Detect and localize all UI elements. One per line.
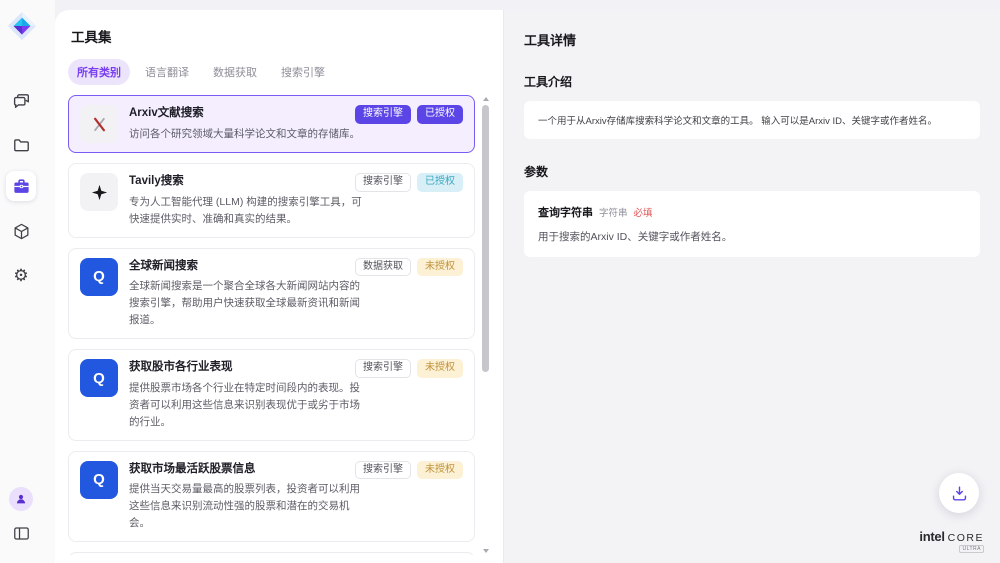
tool-description: 提供当天交易量最高的股票列表，投资者可以利用这些信息来识别流动性强的股票和潜在的…	[129, 481, 369, 532]
tab-category-0[interactable]: 所有类别	[68, 59, 130, 85]
ultra-badge: ULTRA	[959, 545, 984, 553]
folder-icon	[12, 136, 31, 155]
tool-list-item[interactable]: Tavily搜索 搜索引擎 已授权 专为人工智能代理 (LLM) 构建的搜索引擎…	[68, 163, 475, 238]
category-badge: 搜索引擎	[355, 359, 411, 378]
page-title: 工具集	[71, 26, 503, 46]
tool-list: Arxiv文献搜索 搜索引擎 已授权 访问各个研究领域大量科学论文和文章的存储库…	[68, 95, 503, 555]
param-desc: 用于搜索的Arxiv ID、关键字或作者姓名。	[538, 229, 966, 244]
param-required-badge: 必填	[634, 205, 653, 219]
auth-status-badge: 已授权	[417, 105, 463, 124]
tool-list-pane: 工具集 所有类别语言翻译数据获取搜索引擎 Arxiv文献搜索 搜索引擎 已授权 …	[55, 10, 503, 563]
params-heading: 参数	[524, 163, 980, 180]
category-badge: 搜索引擎	[355, 105, 411, 124]
tool-detail-pane: 工具详情 工具介绍 一个用于从Arxiv存储库搜索科学论文和文章的工具。 输入可…	[503, 10, 1000, 563]
tab-category-2[interactable]: 数据获取	[204, 59, 266, 85]
tab-category-1[interactable]: 语言翻译	[136, 59, 198, 85]
sidebar-item-models[interactable]	[6, 216, 36, 246]
tool-list-item[interactable]: Arxiv文献搜索 搜索引擎 已授权 访问各个研究领域大量科学论文和文章的存储库…	[68, 95, 475, 153]
tool-description: 访问各个研究领域大量科学论文和文章的存储库。	[129, 126, 369, 143]
collapse-sidebar-button[interactable]	[6, 518, 36, 548]
cube-icon	[12, 222, 31, 241]
user-avatar[interactable]	[9, 487, 33, 511]
param-name: 查询字符串	[538, 204, 593, 220]
tool-list-item[interactable]: Q 全球新闻搜索 数据获取 未授权 全球新闻搜索是一个聚合全球各大新闻网站内容的…	[68, 248, 475, 340]
param-type: 字符串	[599, 205, 628, 219]
sidebar-rail: ⚙	[0, 0, 55, 563]
gear-icon: ⚙	[13, 267, 28, 284]
user-icon	[14, 492, 28, 506]
scroll-down-icon[interactable]	[483, 549, 489, 553]
intro-card: 一个用于从Arxiv存储库搜索科学论文和文章的工具。 输入可以是Arxiv ID…	[524, 101, 980, 139]
tool-description: 专为人工智能代理 (LLM) 构建的搜索引擎工具，可快速提供实时、准确和真实的结…	[129, 194, 369, 228]
tool-list-item[interactable]: Q 获取市场最活跃股票信息 搜索引擎 未授权 提供当天交易量最高的股票列表，投资…	[68, 451, 475, 543]
chat-icon	[12, 92, 31, 111]
tool-name: 获取市场最活跃股票信息	[129, 461, 256, 478]
param-card: 查询字符串 字符串 必填 用于搜索的Arxiv ID、关键字或作者姓名。	[524, 191, 980, 257]
category-tabs: 所有类别语言翻译数据获取搜索引擎	[68, 59, 503, 85]
tool-list-item[interactable]: Q 获取股市各行业表现 搜索引擎 未授权 提供股票市场各个行业在特定时间段内的表…	[68, 349, 475, 441]
scrollbar-thumb[interactable]	[482, 105, 489, 372]
auth-status-badge: 已授权	[417, 173, 463, 192]
tool-name: 全球新闻搜索	[129, 258, 198, 275]
tab-category-3[interactable]: 搜索引擎	[272, 59, 334, 85]
tool-list-item[interactable]: 万维地区新闻查询 搜索引擎 未授权 查询具体行政区划内的新闻，快速了解各地新闻动	[68, 552, 475, 555]
q-blue-icon: Q	[80, 461, 118, 499]
star-icon	[80, 173, 118, 211]
auth-status-badge: 未授权	[417, 258, 463, 277]
collapse-sidebar-icon	[12, 524, 31, 543]
app-logo	[7, 11, 37, 41]
tool-name: Arxiv文献搜索	[129, 105, 204, 122]
sidebar-item-files[interactable]	[6, 130, 36, 160]
param-header: 查询字符串 字符串 必填	[538, 204, 966, 220]
category-badge: 数据获取	[355, 258, 411, 277]
download-button[interactable]	[939, 473, 979, 513]
category-badge: 搜索引擎	[355, 461, 411, 480]
tool-description: 全球新闻搜索是一个聚合全球各大新闻网站内容的搜索引擎，帮助用户快速获取全球最新资…	[129, 278, 369, 329]
q-blue-icon: Q	[80, 258, 118, 296]
toolbox-icon	[12, 177, 31, 196]
arxiv-icon	[80, 105, 118, 143]
q-blue-icon: Q	[80, 359, 118, 397]
sidebar-item-settings[interactable]: ⚙	[6, 260, 36, 290]
auth-status-badge: 未授权	[417, 359, 463, 378]
tool-name: Tavily搜索	[129, 173, 184, 190]
intel-wordmark: intel	[919, 529, 944, 544]
sidebar-item-chat[interactable]	[6, 86, 36, 116]
scroll-up-icon[interactable]	[483, 97, 489, 101]
app-root: ⚙ 工具集 所有类别语言翻译数据获取搜索引擎 Arxiv文献搜索 搜索引擎	[0, 0, 1000, 563]
detail-title: 工具详情	[524, 30, 980, 49]
tool-name: 获取股市各行业表现	[129, 359, 233, 376]
intel-core-logo: intel CORE ULTRA	[919, 529, 984, 553]
tool-description: 提供股票市场各个行业在特定时间段内的表现。投资者可以利用这些信息来识别表现优于或…	[129, 380, 369, 431]
download-icon	[950, 484, 969, 503]
scrollbar[interactable]	[481, 95, 490, 555]
intro-heading: 工具介绍	[524, 73, 980, 90]
sidebar-item-tools[interactable]	[6, 171, 36, 201]
core-wordmark: CORE	[948, 532, 984, 544]
diamond-logo-icon	[7, 11, 37, 41]
main-panel: 工具集 所有类别语言翻译数据获取搜索引擎 Arxiv文献搜索 搜索引擎 已授权 …	[55, 10, 1000, 563]
auth-status-badge: 未授权	[417, 461, 463, 480]
category-badge: 搜索引擎	[355, 173, 411, 192]
